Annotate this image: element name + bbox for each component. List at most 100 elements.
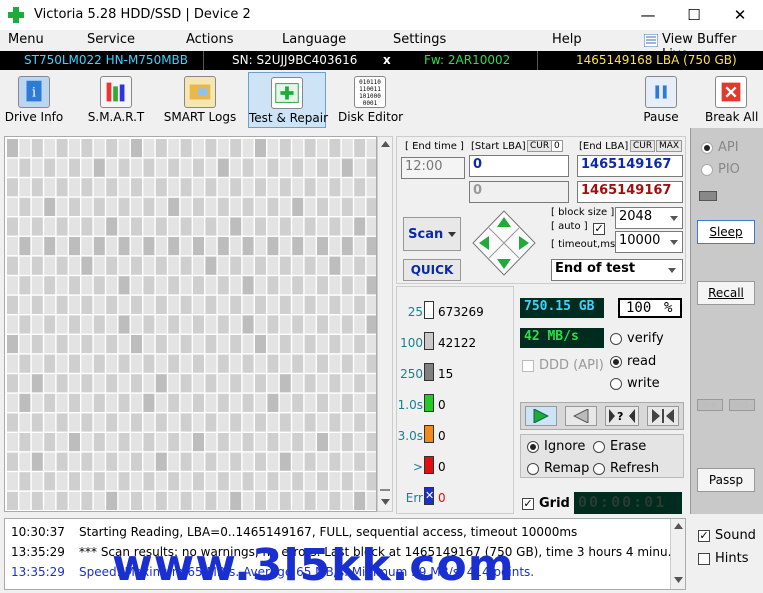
scan-block xyxy=(193,393,204,412)
play-button[interactable] xyxy=(525,406,557,426)
menu-menu[interactable]: Menu xyxy=(8,32,44,47)
direction-pad-icon[interactable] xyxy=(471,209,537,277)
scan-block xyxy=(69,354,80,373)
block-size-select[interactable]: 2048 xyxy=(615,207,683,229)
scan-block xyxy=(168,178,180,197)
start-zero-button[interactable]: 0 xyxy=(551,140,563,152)
smart-button[interactable]: S.M.A.R.T xyxy=(82,72,150,128)
scan-block xyxy=(143,237,155,256)
quick-button[interactable]: QUICK xyxy=(403,259,461,281)
recall-button[interactable]: Recall xyxy=(697,281,755,305)
scan-block xyxy=(44,256,56,275)
auto-checkbox[interactable]: ✓ xyxy=(593,223,605,235)
ddd-api-checkbox[interactable]: DDD (API) xyxy=(522,358,604,373)
end-time-input[interactable]: 12:00 xyxy=(401,157,465,179)
minimize-button[interactable]: — xyxy=(625,0,671,30)
start-cur-button[interactable]: CUR xyxy=(527,140,553,152)
scan-block xyxy=(93,197,105,216)
scan-block xyxy=(279,374,291,393)
refresh-radio[interactable]: Refresh xyxy=(593,461,659,476)
smart-logs-icon xyxy=(184,76,216,108)
scan-block xyxy=(230,158,242,177)
pause-button[interactable]: Pause xyxy=(638,72,684,128)
info-close-x[interactable]: x xyxy=(383,53,391,67)
scan-block xyxy=(118,452,130,471)
reverse-icon xyxy=(573,409,589,423)
scroll-down-icon[interactable] xyxy=(674,577,683,583)
start-lba-input[interactable]: 0 xyxy=(469,155,569,177)
disk-editor-button[interactable]: 010110 110011 101000 0001 Disk Editor xyxy=(338,72,403,128)
end-lba-input[interactable]: 1465149167 xyxy=(577,155,683,177)
butterfly-button[interactable] xyxy=(647,406,679,426)
scan-block xyxy=(143,472,155,491)
end-max-button[interactable]: MAX xyxy=(656,140,683,152)
svg-text:i: i xyxy=(32,86,36,101)
scan-block xyxy=(7,178,18,197)
scan-block xyxy=(131,237,142,256)
scan-block xyxy=(217,413,229,432)
hints-checkbox[interactable]: Hints xyxy=(698,551,749,566)
scan-block xyxy=(341,256,353,275)
scan-block xyxy=(7,197,18,216)
end-cur-button[interactable]: CUR xyxy=(630,140,656,152)
scroll-up-icon[interactable] xyxy=(381,141,390,147)
scan-block xyxy=(279,197,291,216)
scan-block xyxy=(341,315,353,334)
scan-button[interactable]: Scan xyxy=(403,217,461,251)
scan-block xyxy=(7,472,18,491)
verify-radio[interactable]: verify xyxy=(610,331,664,346)
grid-scrollbar[interactable] xyxy=(377,136,393,512)
erase-radio[interactable]: Erase xyxy=(593,439,646,454)
scan-block xyxy=(81,256,93,275)
scan-block xyxy=(69,139,80,158)
sound-checkbox[interactable]: ✓ Sound xyxy=(698,528,756,543)
scan-block xyxy=(366,217,376,236)
scan-block xyxy=(329,256,341,275)
reverse-button[interactable] xyxy=(565,406,597,426)
sleep-button[interactable]: Sleep xyxy=(697,220,755,244)
scan-block xyxy=(7,374,18,393)
menu-settings[interactable]: Settings xyxy=(393,32,446,47)
scan-block xyxy=(19,237,31,256)
menu-actions[interactable]: Actions xyxy=(186,32,234,47)
break-all-button[interactable]: Break All xyxy=(705,72,758,128)
scan-block xyxy=(366,295,376,314)
scan-block xyxy=(118,217,130,236)
scan-block xyxy=(168,256,180,275)
scan-block xyxy=(304,315,316,334)
log-scrollbar[interactable] xyxy=(670,519,685,589)
maximize-button[interactable]: ☐ xyxy=(671,0,717,30)
write-radio[interactable]: write xyxy=(610,376,660,391)
scan-block xyxy=(304,335,316,354)
read-radio[interactable]: read xyxy=(610,354,656,369)
rd-button[interactable]: RD xyxy=(729,399,755,411)
remap-radio[interactable]: Remap xyxy=(527,461,589,476)
scan-block xyxy=(279,295,291,314)
scan-block xyxy=(56,393,68,412)
scan-block xyxy=(242,393,254,412)
grid-checkbox[interactable]: ✓ Grid xyxy=(522,496,570,511)
scan-block xyxy=(31,178,43,197)
drive-info-button[interactable]: i Drive Info xyxy=(4,72,64,128)
api-radio[interactable]: API xyxy=(701,140,739,155)
random-seek-button[interactable]: ? xyxy=(605,406,639,426)
menu-language[interactable]: Language xyxy=(282,32,346,47)
scan-block xyxy=(44,295,56,314)
scan-block xyxy=(279,217,291,236)
scan-block xyxy=(168,433,180,452)
menu-service[interactable]: Service xyxy=(87,32,135,47)
pio-radio[interactable]: PIO xyxy=(701,162,740,177)
test-repair-button[interactable]: Test & Repair xyxy=(248,72,328,128)
passp-button[interactable]: Passp xyxy=(697,468,755,492)
smart-logs-button[interactable]: SMART Logs xyxy=(162,72,238,128)
scroll-down-icon[interactable] xyxy=(381,499,390,505)
ignore-radio[interactable]: Ignore xyxy=(527,439,585,454)
scan-block xyxy=(255,237,266,256)
menu-help[interactable]: Help xyxy=(552,32,582,47)
scan-block xyxy=(180,158,192,177)
close-button[interactable]: ✕ xyxy=(717,0,763,30)
scroll-up-icon[interactable] xyxy=(674,523,683,529)
end-of-test-select[interactable]: End of test xyxy=(551,259,683,281)
timeout-select[interactable]: 10000 xyxy=(615,231,683,253)
wr-button[interactable]: WR xyxy=(697,399,723,411)
